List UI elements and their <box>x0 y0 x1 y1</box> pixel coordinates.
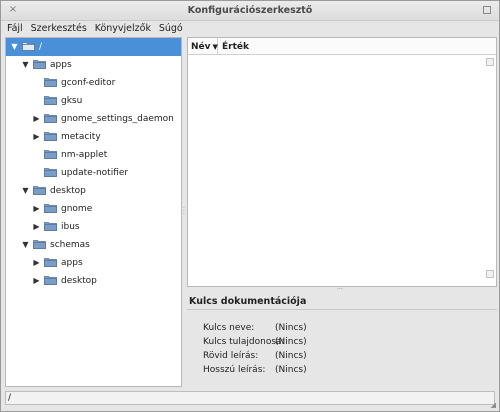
tree-item[interactable]: update-notifier <box>6 164 181 182</box>
doc-label-key-name: Kulcs neve: <box>203 323 255 333</box>
status-path-field: / <box>5 391 495 405</box>
sort-arrow-icon: ▼ <box>212 43 218 51</box>
column-name-header[interactable]: Név ▼ <box>188 38 218 55</box>
tree-item-label: desktop <box>61 276 97 286</box>
tree-item[interactable]: ▶ gnome <box>6 200 181 218</box>
folder-icon <box>44 149 57 159</box>
doc-label-key-owner: Kulcs tulajdonosa: <box>203 337 285 347</box>
expander-collapsed-icon[interactable]: ▶ <box>32 114 41 123</box>
expander-collapsed-icon[interactable]: ▶ <box>32 204 41 213</box>
tree-item[interactable]: ▼ desktop <box>6 182 181 200</box>
tree-item-label: apps <box>61 258 83 268</box>
folder-icon <box>44 95 57 105</box>
splitter-grip-icon: ··· <box>183 205 185 218</box>
expander-collapsed-icon[interactable]: ▶ <box>32 276 41 285</box>
tree-item[interactable]: ▼ apps <box>6 56 181 74</box>
menu-bar: Fájl Szerkesztés Könyvjelzők Súgó <box>1 21 499 37</box>
doc-value-long-desc: (Nincs) <box>275 365 307 375</box>
tree-item[interactable]: ▼ / <box>6 38 181 56</box>
status-bar: / ◢ <box>1 389 499 411</box>
folder-icon <box>33 239 46 249</box>
scroll-down-button[interactable] <box>486 270 494 278</box>
key-documentation-panel: Kulcs dokumentációja Kulcs neve: (Nincs)… <box>187 293 497 387</box>
expander-expanded-icon[interactable]: ▼ <box>10 42 19 51</box>
folder-icon <box>22 41 35 51</box>
expander-expanded-icon[interactable]: ▼ <box>21 186 30 195</box>
column-value-header[interactable]: Érték <box>222 42 249 52</box>
folder-icon <box>44 77 57 87</box>
tree-item-label: nm-applet <box>61 150 108 160</box>
tree-item[interactable]: ▶ desktop <box>6 272 181 290</box>
doc-label-long-desc: Hosszú leírás: <box>203 365 266 375</box>
doc-panel-title: Kulcs dokumentációja <box>189 296 307 307</box>
expander-collapsed-icon[interactable]: ▶ <box>32 222 41 231</box>
doc-value-key-owner: (Nincs) <box>275 337 307 347</box>
tree-item[interactable]: ▶ ibus <box>6 218 181 236</box>
tree-item-label: / <box>39 42 43 52</box>
doc-label-short-desc: Rövid leírás: <box>203 351 259 361</box>
tree-item-label: ibus <box>61 222 80 232</box>
menu-edit[interactable]: Szerkesztés <box>31 21 87 34</box>
tree-item[interactable]: ▶ gnome_settings_daemon <box>6 110 181 128</box>
tree-item[interactable]: nm-applet <box>6 146 181 164</box>
maximize-icon[interactable] <box>483 6 491 14</box>
folder-icon <box>44 203 57 213</box>
expander-expanded-icon[interactable]: ▼ <box>21 240 30 249</box>
folder-icon <box>44 131 57 141</box>
tree-item-label: gconf-editor <box>61 78 116 88</box>
menu-bookmarks[interactable]: Könyvjelzők <box>95 21 151 34</box>
tree-item-label: apps <box>50 60 72 70</box>
tree-item[interactable]: gconf-editor <box>6 74 181 92</box>
column-name-label: Név <box>191 42 211 52</box>
config-editor-window: × Konfigurációszerkesztő Fájl Szerkeszté… <box>0 0 500 412</box>
title-bar[interactable]: × Konfigurációszerkesztő <box>1 1 499 21</box>
folder-icon <box>33 59 46 69</box>
tree-item[interactable]: ▶ metacity <box>6 128 181 146</box>
doc-divider <box>187 309 497 310</box>
tree-item-label: gksu <box>61 96 83 106</box>
folder-icon <box>33 185 46 195</box>
status-path-text: / <box>8 393 12 403</box>
folder-icon <box>44 113 57 123</box>
splitter-grip-icon: ··· <box>337 286 343 293</box>
menu-file[interactable]: Fájl <box>7 21 23 34</box>
tree-item[interactable]: ▶ apps <box>6 254 181 272</box>
tree-item[interactable]: gksu <box>6 92 181 110</box>
tree-item-label: gnome <box>61 204 93 214</box>
list-header: Név ▼ Érték <box>188 38 496 55</box>
folder-icon <box>44 221 57 231</box>
key-list[interactable]: Név ▼ Érték <box>187 37 497 287</box>
window-title: Konfigurációszerkesztő <box>187 5 313 16</box>
expander-collapsed-icon[interactable]: ▶ <box>32 258 41 267</box>
doc-value-short-desc: (Nincs) <box>275 351 307 361</box>
tree-item-label: update-notifier <box>61 168 129 178</box>
folder-icon <box>44 167 57 177</box>
doc-value-key-name: (Nincs) <box>275 323 307 333</box>
resize-grip-icon[interactable]: ◢ <box>491 401 496 409</box>
expander-collapsed-icon[interactable]: ▶ <box>32 132 41 141</box>
tree-item-label: gnome_settings_daemon <box>61 114 174 124</box>
tree-item-label: desktop <box>50 186 86 196</box>
directory-tree[interactable]: ▼ / ▼ apps gconf-editor gksu ▶ gnome_settings_d… <box>5 37 182 387</box>
tree-item-label: schemas <box>50 240 90 250</box>
menu-help[interactable]: Súgó <box>159 21 183 34</box>
folder-icon <box>44 275 57 285</box>
tree-item[interactable]: ▼ schemas <box>6 236 181 254</box>
scroll-up-button[interactable] <box>486 58 494 66</box>
expander-expanded-icon[interactable]: ▼ <box>21 60 30 69</box>
tree-item-label: metacity <box>61 132 101 142</box>
folder-icon <box>44 257 57 267</box>
